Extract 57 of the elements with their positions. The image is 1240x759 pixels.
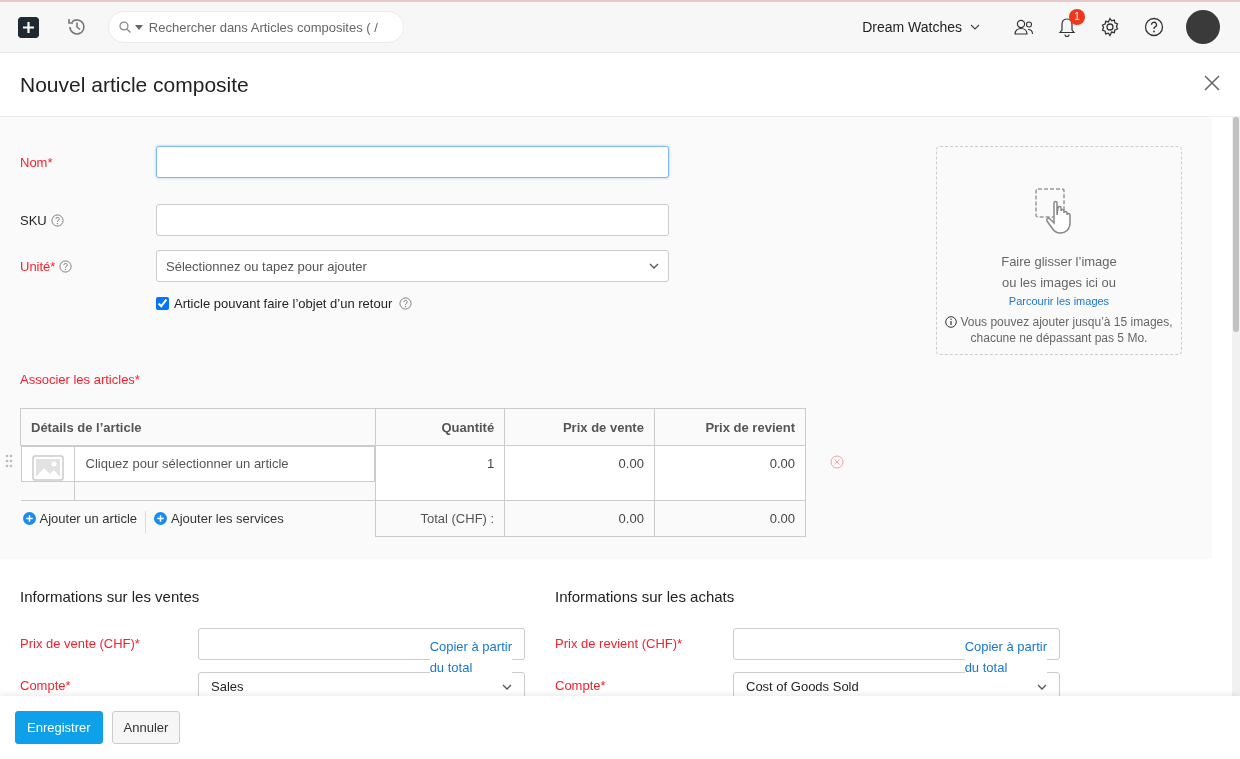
add-link[interactable]: Ajouter un article [22,511,146,527]
users-icon[interactable] [1014,18,1034,36]
section-title: Informations sur les ventes [20,588,201,605]
text-field[interactable] [156,204,669,236]
info-icon [945,316,958,328]
table-cell: 0.00 [769,456,795,471]
returnable-checkbox[interactable] [156,297,169,310]
total-label: Total (CHF) : [420,511,495,526]
cancel-button[interactable]: Annuler [111,711,181,744]
search-field[interactable]: Rechercher dans Articles composites ( / [108,11,404,43]
chevron-icon [649,263,659,269]
field-label: Nom* [20,154,54,170]
chevron-icon [502,684,512,690]
table-cell: 0.00 [618,511,644,526]
column-header: Prix de revient [654,408,806,446]
checkbox-label: Article pouvant faire l’objet d’un retour [174,296,393,311]
drag-handle-icon[interactable] [5,454,13,468]
add-link[interactable]: Ajouter les services [154,511,292,527]
chevron-icon [1037,684,1047,690]
settings-icon[interactable] [1100,17,1120,37]
field-label: Prix de vente (CHF)* [20,635,141,653]
dropzone-text: ou les images ici ou [1001,274,1117,292]
scrollbar-thumb[interactable] [1233,117,1239,332]
caret-icon [134,24,143,30]
field-label: Unité* [20,258,156,274]
history-icon[interactable] [66,16,88,38]
field-label: Compte* [555,677,607,695]
bell-icon[interactable] [1058,17,1076,37]
section-heading: Associer les articles* [20,372,141,387]
remove-icon[interactable] [830,455,844,469]
search-icon [119,21,131,33]
add-icon [22,512,36,526]
chevron-icon [970,24,980,30]
dropzone-text: Faire glisser l’image [1001,253,1117,271]
image-dropzone[interactable]: Faire glisser l’image ou les images ici ou Parcourir les images Vous pouvez ajouter jusqu’à 15 images, chacune ne dépassant pas 5 Mo. [936,146,1182,355]
table-cell: 0.00 [618,456,644,471]
section-title: Informations sur les achats [555,588,736,605]
upload-note: Vous pouvez ajouter jusqu’à 15 images, [960,315,1173,329]
unit-dropdown[interactable]: Sélectionnez ou tapez pour ajouter [156,250,669,282]
add-icon [154,512,168,526]
column-header: Prix de vente [504,408,655,446]
page-title: Nouvel article composite [20,72,249,97]
help-icon[interactable] [1144,17,1164,37]
field-label: Prix de revient (CHF)* [555,635,684,653]
browse-images-link[interactable]: Parcourir les images [1008,295,1110,307]
column-header: Quantité [375,408,505,446]
table-cell: 0.00 [769,511,795,526]
field-label: Compte* [20,677,72,695]
text-field[interactable] [156,146,669,178]
column-header: Détails de l’article [20,408,376,446]
avatar[interactable] [1186,10,1220,44]
notification-badge: 1 [1069,9,1085,25]
field-label: SKU [20,212,156,228]
add-button[interactable] [18,16,39,38]
upload-note: chacune ne dépassant pas 5 Mo. [970,330,1148,346]
table-cell: 1 [486,456,495,471]
organization-menu[interactable]: Dream Watches [862,19,980,35]
